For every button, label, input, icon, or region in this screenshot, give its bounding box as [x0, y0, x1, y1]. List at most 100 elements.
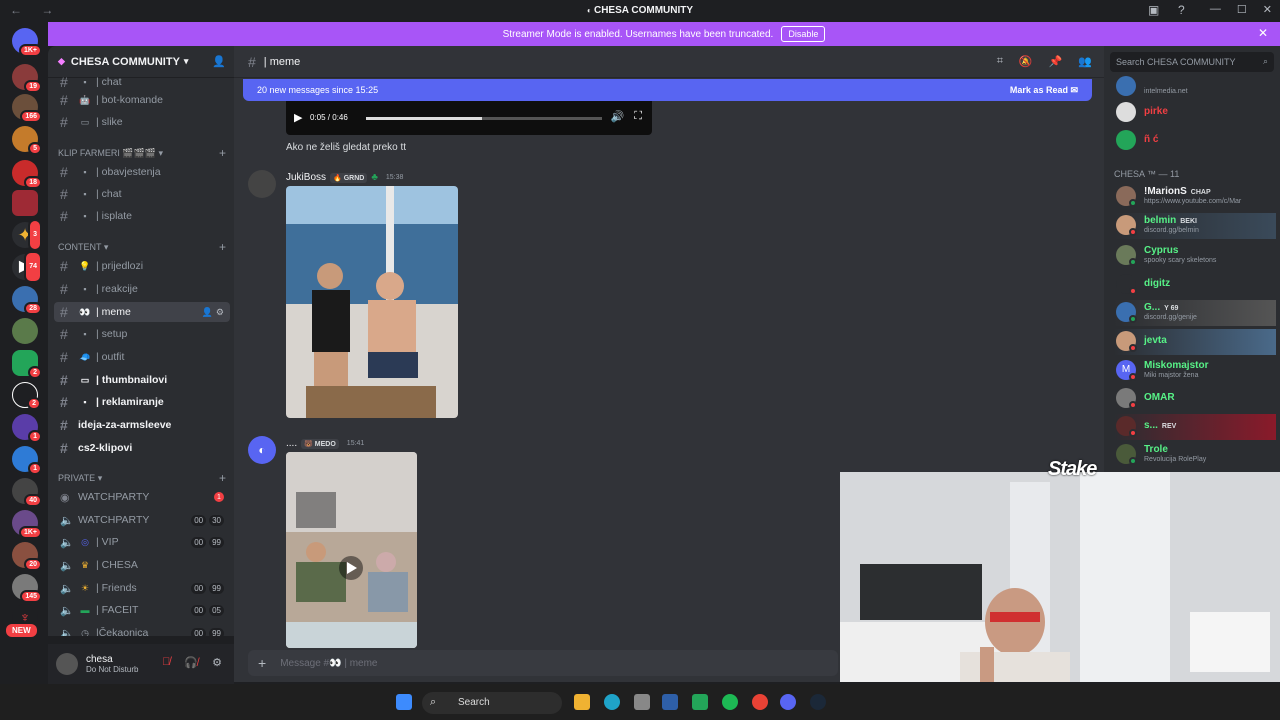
server-icon[interactable]: 2	[12, 382, 41, 410]
server-icon[interactable]: 20	[12, 542, 42, 571]
member-item[interactable]: digitz	[1114, 272, 1276, 298]
category-klip-farmeri[interactable]: KLIP FARMERI 🎬🎬🎬 ▾ +	[58, 146, 226, 160]
voice-channel-item[interactable]: 🔈 ♛ | CHESA	[54, 555, 230, 575]
member-item[interactable]: G... Y 69 discord.gg/genije	[1114, 300, 1276, 326]
fullscreen-icon[interactable]: ⛶	[634, 110, 642, 123]
new-messages-bar[interactable]: 20 new messages since 15:25 Mark as Read…	[243, 79, 1092, 101]
help-icon[interactable]: ?	[1178, 3, 1185, 17]
mark-as-read-button[interactable]: Mark as Read ✉	[1010, 85, 1078, 96]
channel-item[interactable]: # ▪ | isplate	[54, 206, 230, 226]
file-explorer-icon[interactable]	[574, 694, 590, 710]
guild-tag[interactable]: 🐻 MEDO	[301, 438, 339, 449]
channel-item[interactable]: # ideja-za-armsleeve	[54, 415, 230, 435]
add-channel-icon[interactable]: +	[219, 240, 226, 254]
category-private[interactable]: PRIVATE ▾ +	[58, 471, 226, 485]
channel-item[interactable]: # 🤖 | bot-komande	[54, 90, 230, 110]
member-item[interactable]: M Miskomajstor Miki majstor žena	[1114, 358, 1276, 384]
stage-channel-item[interactable]: ◉ WATCHPARTY 1	[54, 487, 230, 507]
channel-item[interactable]: # ▭ | slike	[54, 112, 230, 132]
threads-icon[interactable]: ⌗	[997, 55, 1003, 68]
chrome-icon[interactable]	[752, 694, 768, 710]
member-item[interactable]: OMAR	[1114, 386, 1276, 412]
user-info[interactable]: chesa Do Not Disturb	[86, 654, 138, 674]
server-icon[interactable]	[12, 190, 38, 216]
voice-channel-item[interactable]: 🔈 ◷ |Čekaonica 00 99	[54, 623, 230, 636]
app-icon[interactable]	[662, 694, 678, 710]
channel-item[interactable]: # 🧢 | outfit	[54, 347, 230, 367]
disable-streamer-mode-button[interactable]: Disable	[781, 26, 826, 42]
message-composer[interactable]: + Message #👀 | meme	[248, 650, 838, 676]
gear-icon[interactable]: ⚙	[216, 307, 224, 318]
channel-item[interactable]: # ▪ | reakcije	[54, 279, 230, 299]
member-list-icon[interactable]: 👥	[1078, 55, 1092, 68]
server-icon[interactable]: 1K+	[12, 510, 42, 539]
channel-item-meme[interactable]: # 👀 | meme 👤 ⚙	[54, 302, 230, 322]
voice-channel-item[interactable]: 🔈 ◎ | VIP 00 99	[54, 532, 230, 552]
play-icon[interactable]: ▶	[294, 111, 302, 124]
member-item[interactable]: pirke	[1114, 100, 1276, 126]
voice-channel-item[interactable]: 🔈 ▬ | FACEIT 00 05	[54, 600, 230, 620]
server-icon[interactable]	[12, 318, 38, 344]
add-channel-icon[interactable]: +	[219, 146, 226, 160]
server-icon[interactable]: 19	[12, 64, 42, 93]
close-window-icon[interactable]: ✕	[1263, 3, 1272, 16]
inbox-icon[interactable]: ▣	[1148, 3, 1159, 17]
voice-channel-item[interactable]: 🔈 ☀ | Friends 00 99	[54, 578, 230, 598]
channel-item[interactable]: # ▪ | chat	[54, 72, 230, 92]
member-item[interactable]: jevta	[1114, 329, 1276, 355]
mute-mic-icon[interactable]: 🎙̸	[162, 656, 170, 669]
steam-icon[interactable]	[810, 694, 826, 710]
guild-tag[interactable]: 🔥 GRND	[330, 172, 368, 183]
home-button[interactable]: 1K+	[12, 28, 42, 57]
start-icon[interactable]	[396, 694, 412, 710]
xbox-icon[interactable]	[692, 694, 708, 710]
close-icon[interactable]: ✕	[1258, 26, 1268, 40]
channel-item[interactable]: # 💡 | prijedlozi	[54, 256, 230, 276]
member-item[interactable]: intelmedia.net	[1114, 74, 1276, 100]
member-item[interactable]: belmin BEKI discord.gg/belmin	[1114, 213, 1276, 239]
discord-icon[interactable]	[780, 694, 796, 710]
store-icon[interactable]	[634, 694, 650, 710]
edge-icon[interactable]	[604, 694, 620, 710]
taskbar-search[interactable]: ⌕ Search	[422, 692, 562, 714]
image-attachment[interactable]	[286, 186, 458, 418]
member-item[interactable]: Cyprus spooky scary skeletons	[1114, 243, 1276, 269]
add-attachment-icon[interactable]: +	[258, 655, 266, 671]
member-item[interactable]: s... REV	[1114, 414, 1276, 440]
server-icon[interactable]: 2	[12, 350, 42, 379]
channel-item[interactable]: # ▪ | chat	[54, 184, 230, 204]
volume-icon[interactable]: 🔊	[611, 110, 625, 123]
voice-channel-item[interactable]: 🔈 WATCHPARTY 00 30	[54, 510, 230, 530]
channel-item[interactable]: # ▪ | setup	[54, 324, 230, 344]
member-item[interactable]: Trole Revolucija RolePlay	[1114, 442, 1276, 468]
add-channel-icon[interactable]: +	[219, 471, 226, 485]
channel-item[interactable]: # cs2-klipovi	[54, 438, 230, 458]
message-author[interactable]: JukiBoss	[286, 172, 326, 183]
spotify-icon[interactable]	[722, 694, 738, 710]
invite-icon[interactable]: 👤	[202, 307, 213, 318]
avatar[interactable]	[248, 170, 276, 198]
avatar[interactable]	[56, 653, 78, 675]
channel-item[interactable]: # ▭ | thumbnailovi	[54, 370, 230, 390]
video-progress-bar[interactable]	[366, 117, 602, 120]
server-icon[interactable]: 145	[12, 574, 42, 603]
server-icon[interactable]: ▶74	[12, 251, 42, 283]
video-player[interactable]: ▶ 0:05 / 0:46 🔊 ⛶	[286, 101, 652, 135]
gear-icon[interactable]: ⚙	[212, 656, 222, 669]
server-icon[interactable]: 5	[12, 126, 42, 155]
member-item[interactable]: ñ ć	[1114, 128, 1276, 154]
search-input[interactable]: Search CHESA COMMUNITY ⌕	[1110, 52, 1274, 72]
channel-item[interactable]: # ▪ | obavjestenja	[54, 162, 230, 182]
star-server-icon[interactable]: ✦ 3	[12, 219, 42, 251]
pin-icon[interactable]: 📌	[1049, 55, 1063, 68]
channel-item[interactable]: # ▪ | reklamiranje	[54, 392, 230, 412]
server-icon[interactable]: 40	[12, 478, 42, 507]
message-author[interactable]: ....	[286, 438, 297, 449]
member-item[interactable]: !MarionS CHAP https://www.youtube.com/c/Ma…	[1114, 184, 1276, 210]
category-content[interactable]: CONTENT ▾ +	[58, 240, 226, 254]
server-icon[interactable]: 1	[12, 446, 42, 475]
maximize-icon[interactable]: ☐	[1237, 3, 1247, 16]
minimize-icon[interactable]: —	[1210, 3, 1221, 16]
server-icon[interactable]: 18	[12, 160, 42, 189]
server-icon[interactable]: 1	[12, 414, 42, 443]
